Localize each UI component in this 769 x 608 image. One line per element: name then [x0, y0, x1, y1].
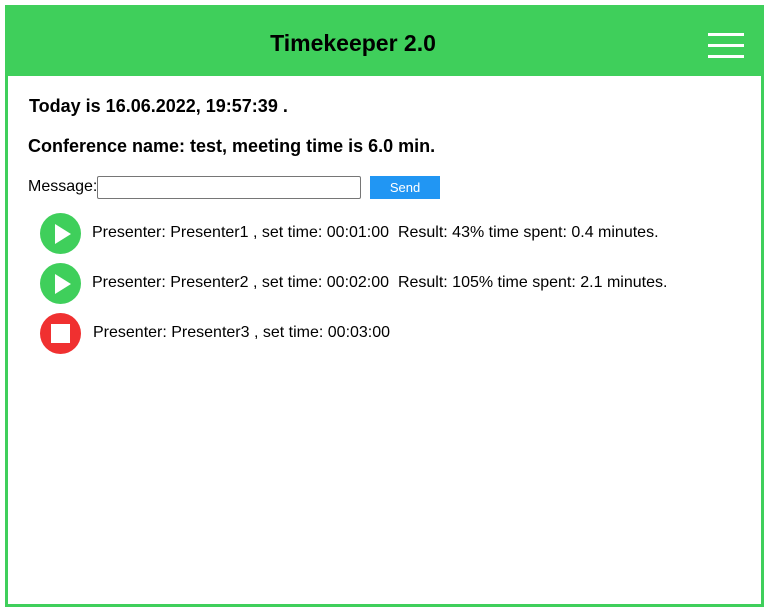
presenter-info: Presenter: Presenter1 , set time: 00:01:… — [92, 224, 659, 241]
presenter-row-1: Presenter: Presenter1 , set time: 00:01:… — [40, 212, 659, 254]
message-input[interactable] — [97, 176, 361, 199]
app-header: Timekeeper 2.0 — [8, 8, 761, 76]
hamburger-menu-icon[interactable] — [708, 33, 744, 61]
app-title: Timekeeper 2.0 — [270, 30, 436, 56]
presenter-row-2: Presenter: Presenter2 , set time: 00:02:… — [40, 262, 667, 304]
send-button[interactable]: Send — [370, 176, 440, 199]
play-icon[interactable] — [40, 212, 81, 254]
message-label: Message: — [28, 178, 98, 195]
presenter-row-3: Presenter: Presenter3 , set time: 00:03:… — [40, 312, 390, 354]
app-frame: Timekeeper 2.0 Today is 16.06.2022, 19:5… — [5, 5, 764, 607]
presenter-info: Presenter: Presenter3 , set time: 00:03:… — [93, 324, 391, 341]
play-icon[interactable] — [40, 262, 81, 304]
stop-icon[interactable] — [40, 312, 81, 354]
conference-info: Conference name: test, meeting time is 6… — [28, 136, 436, 156]
presenter-info: Presenter: Presenter2 , set time: 00:02:… — [92, 274, 668, 291]
current-datetime: Today is 16.06.2022, 19:57:39 . — [29, 96, 288, 116]
